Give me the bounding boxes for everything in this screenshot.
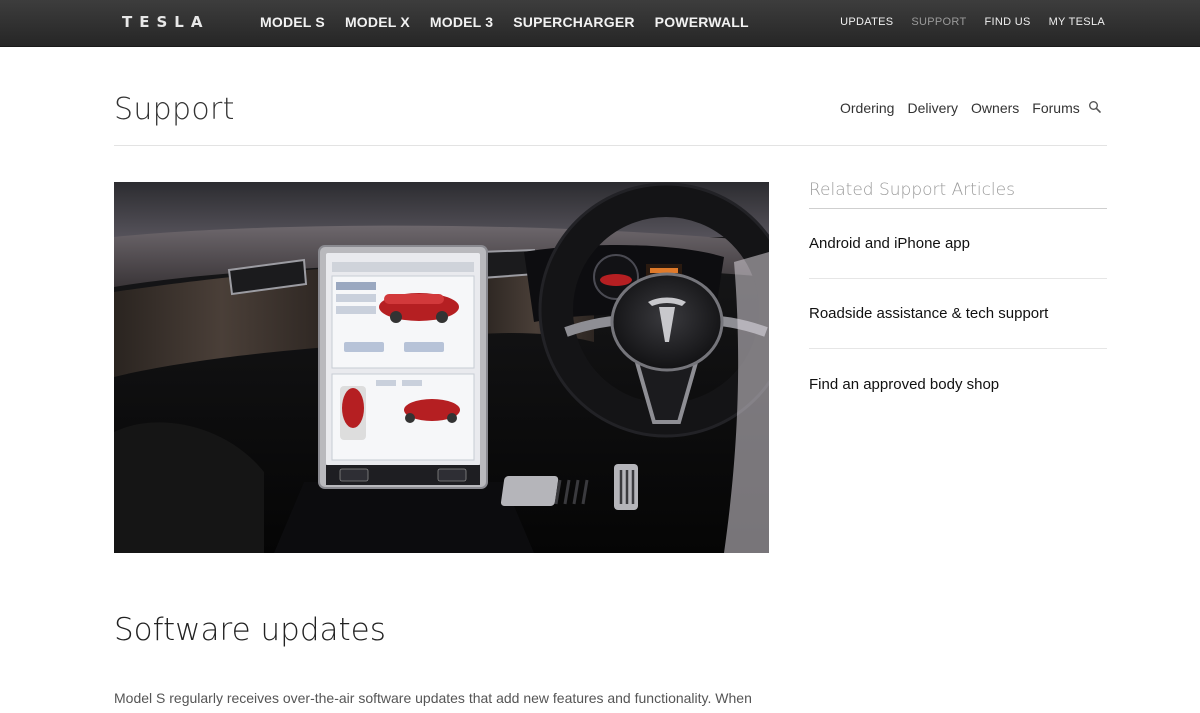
nav-model-x[interactable]: MODEL X [345,14,410,30]
car-interior-illustration [114,182,769,553]
logo-letter-t: T [122,13,138,31]
header-divider [114,145,1107,146]
nav-model-3[interactable]: MODEL 3 [430,14,493,30]
nav-powerwall[interactable]: POWERWALL [655,14,749,30]
nav-my-tesla[interactable]: MY TESLA [1049,16,1105,28]
top-navigation-bar: T E S L A MODEL S MODEL X MODEL 3 SUPERC… [0,0,1200,47]
hero-image [114,182,769,553]
search-icon[interactable] [1088,100,1102,114]
list-item: Android and iPhone app [809,209,1107,279]
nav-updates[interactable]: UPDATES [840,16,893,28]
page-title: Support [114,92,235,127]
section-heading: Software updates [114,612,386,648]
logo-letter-e: E [139,13,155,31]
related-articles-list: Android and iPhone app Roadside assistan… [809,209,1107,419]
related-article-roadside-assistance[interactable]: Roadside assistance & tech support [809,305,1048,322]
related-article-body-shop[interactable]: Find an approved body shop [809,376,999,393]
tesla-logo[interactable]: T E S L A [122,14,210,30]
logo-letter-a: A [190,13,208,31]
utility-nav: UPDATES SUPPORT FIND US MY TESLA [840,16,1105,28]
logo-letter-s: S [156,13,173,31]
nav-model-s[interactable]: MODEL S [260,14,325,30]
subnav-delivery[interactable]: Delivery [907,100,958,116]
subnav-forums[interactable]: Forums [1032,100,1079,116]
list-item: Roadside assistance & tech support [809,279,1107,349]
support-subnav: Ordering Delivery Owners Forums [840,100,1080,116]
subnav-ordering[interactable]: Ordering [840,100,894,116]
subnav-owners[interactable]: Owners [971,100,1019,116]
section-body-text: Model S regularly receives over-the-air … [114,690,752,706]
nav-find-us[interactable]: FIND US [984,16,1030,28]
main-nav: MODEL S MODEL X MODEL 3 SUPERCHARGER POW… [260,14,749,30]
list-item: Find an approved body shop [809,349,1107,419]
logo-letter-l: L [174,13,189,31]
related-article-android-iphone-app[interactable]: Android and iPhone app [809,235,970,252]
nav-supercharger[interactable]: SUPERCHARGER [513,14,634,30]
related-articles-title: Related Support Articles [809,180,1015,200]
nav-support[interactable]: SUPPORT [911,16,966,28]
